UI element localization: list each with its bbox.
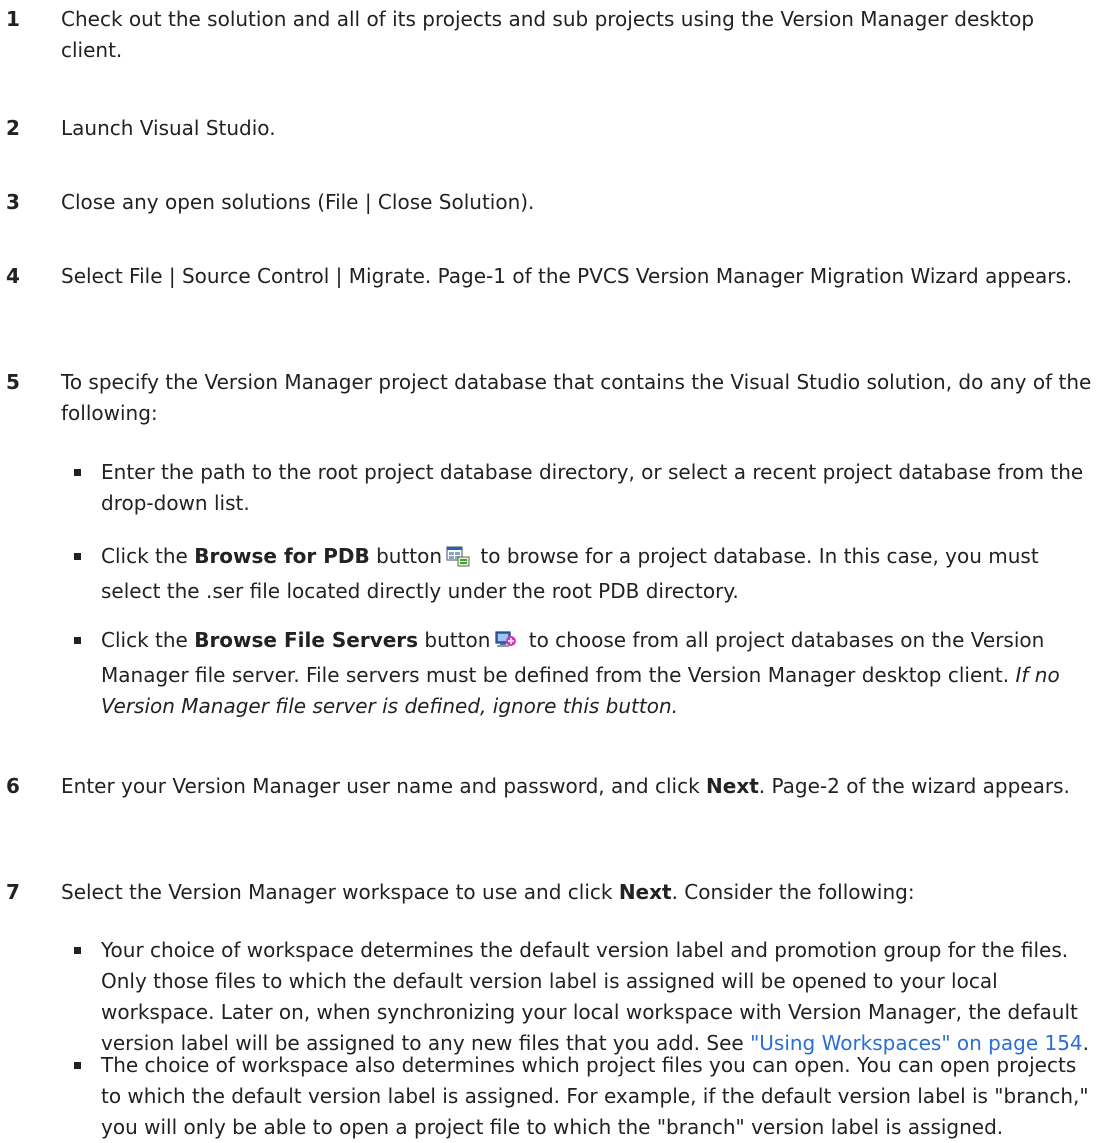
- bullet-text: Enter the path to the root project datab…: [101, 460, 1084, 515]
- step-number: 3: [6, 190, 20, 214]
- step-number: 6: [6, 774, 20, 798]
- step-text: Check out the solution and all of its pr…: [61, 7, 1035, 62]
- step-text: Select the Version Manager workspace to …: [61, 880, 915, 904]
- browse-for-pdb-label: Browse for PDB: [194, 544, 370, 568]
- bullet-text: The choice of workspace also determines …: [101, 1053, 1089, 1139]
- step-number: 7: [6, 880, 20, 904]
- step-text: Close any open solutions (File | Close S…: [61, 190, 535, 214]
- step-text: Launch Visual Studio.: [61, 116, 276, 140]
- step-text: To specify the Version Manager project d…: [61, 370, 1092, 425]
- step-text: Enter your Version Manager user name and…: [61, 774, 1070, 798]
- browse-pdb-icon: [446, 545, 470, 576]
- step-number: 1: [6, 7, 20, 31]
- step-number: 4: [6, 264, 20, 288]
- bullet-mark: [74, 553, 81, 560]
- next-label: Next: [706, 774, 759, 798]
- bullet-mark: [74, 469, 81, 476]
- next-label: Next: [618, 880, 672, 904]
- bullet-mark: [74, 1062, 81, 1069]
- bullet-text: Click the Browse File Servers button to …: [101, 628, 1060, 718]
- step-number: 5: [6, 370, 20, 394]
- browse-file-servers-icon: [494, 629, 518, 660]
- document-page: 1 Check out the solution and all of its …: [0, 0, 1106, 1139]
- step-number: 2: [6, 116, 20, 140]
- step-text: Select File | Source Control | Migrate. …: [61, 264, 1073, 288]
- bullet-mark: [74, 637, 81, 644]
- bullet-text: Your choice of workspace determines the …: [101, 938, 1090, 1055]
- browse-file-servers-label: Browse File Servers: [194, 628, 419, 652]
- bullet-text: Click the Browse for PDB button to brows…: [101, 544, 1039, 603]
- bullet-mark: [74, 947, 81, 954]
